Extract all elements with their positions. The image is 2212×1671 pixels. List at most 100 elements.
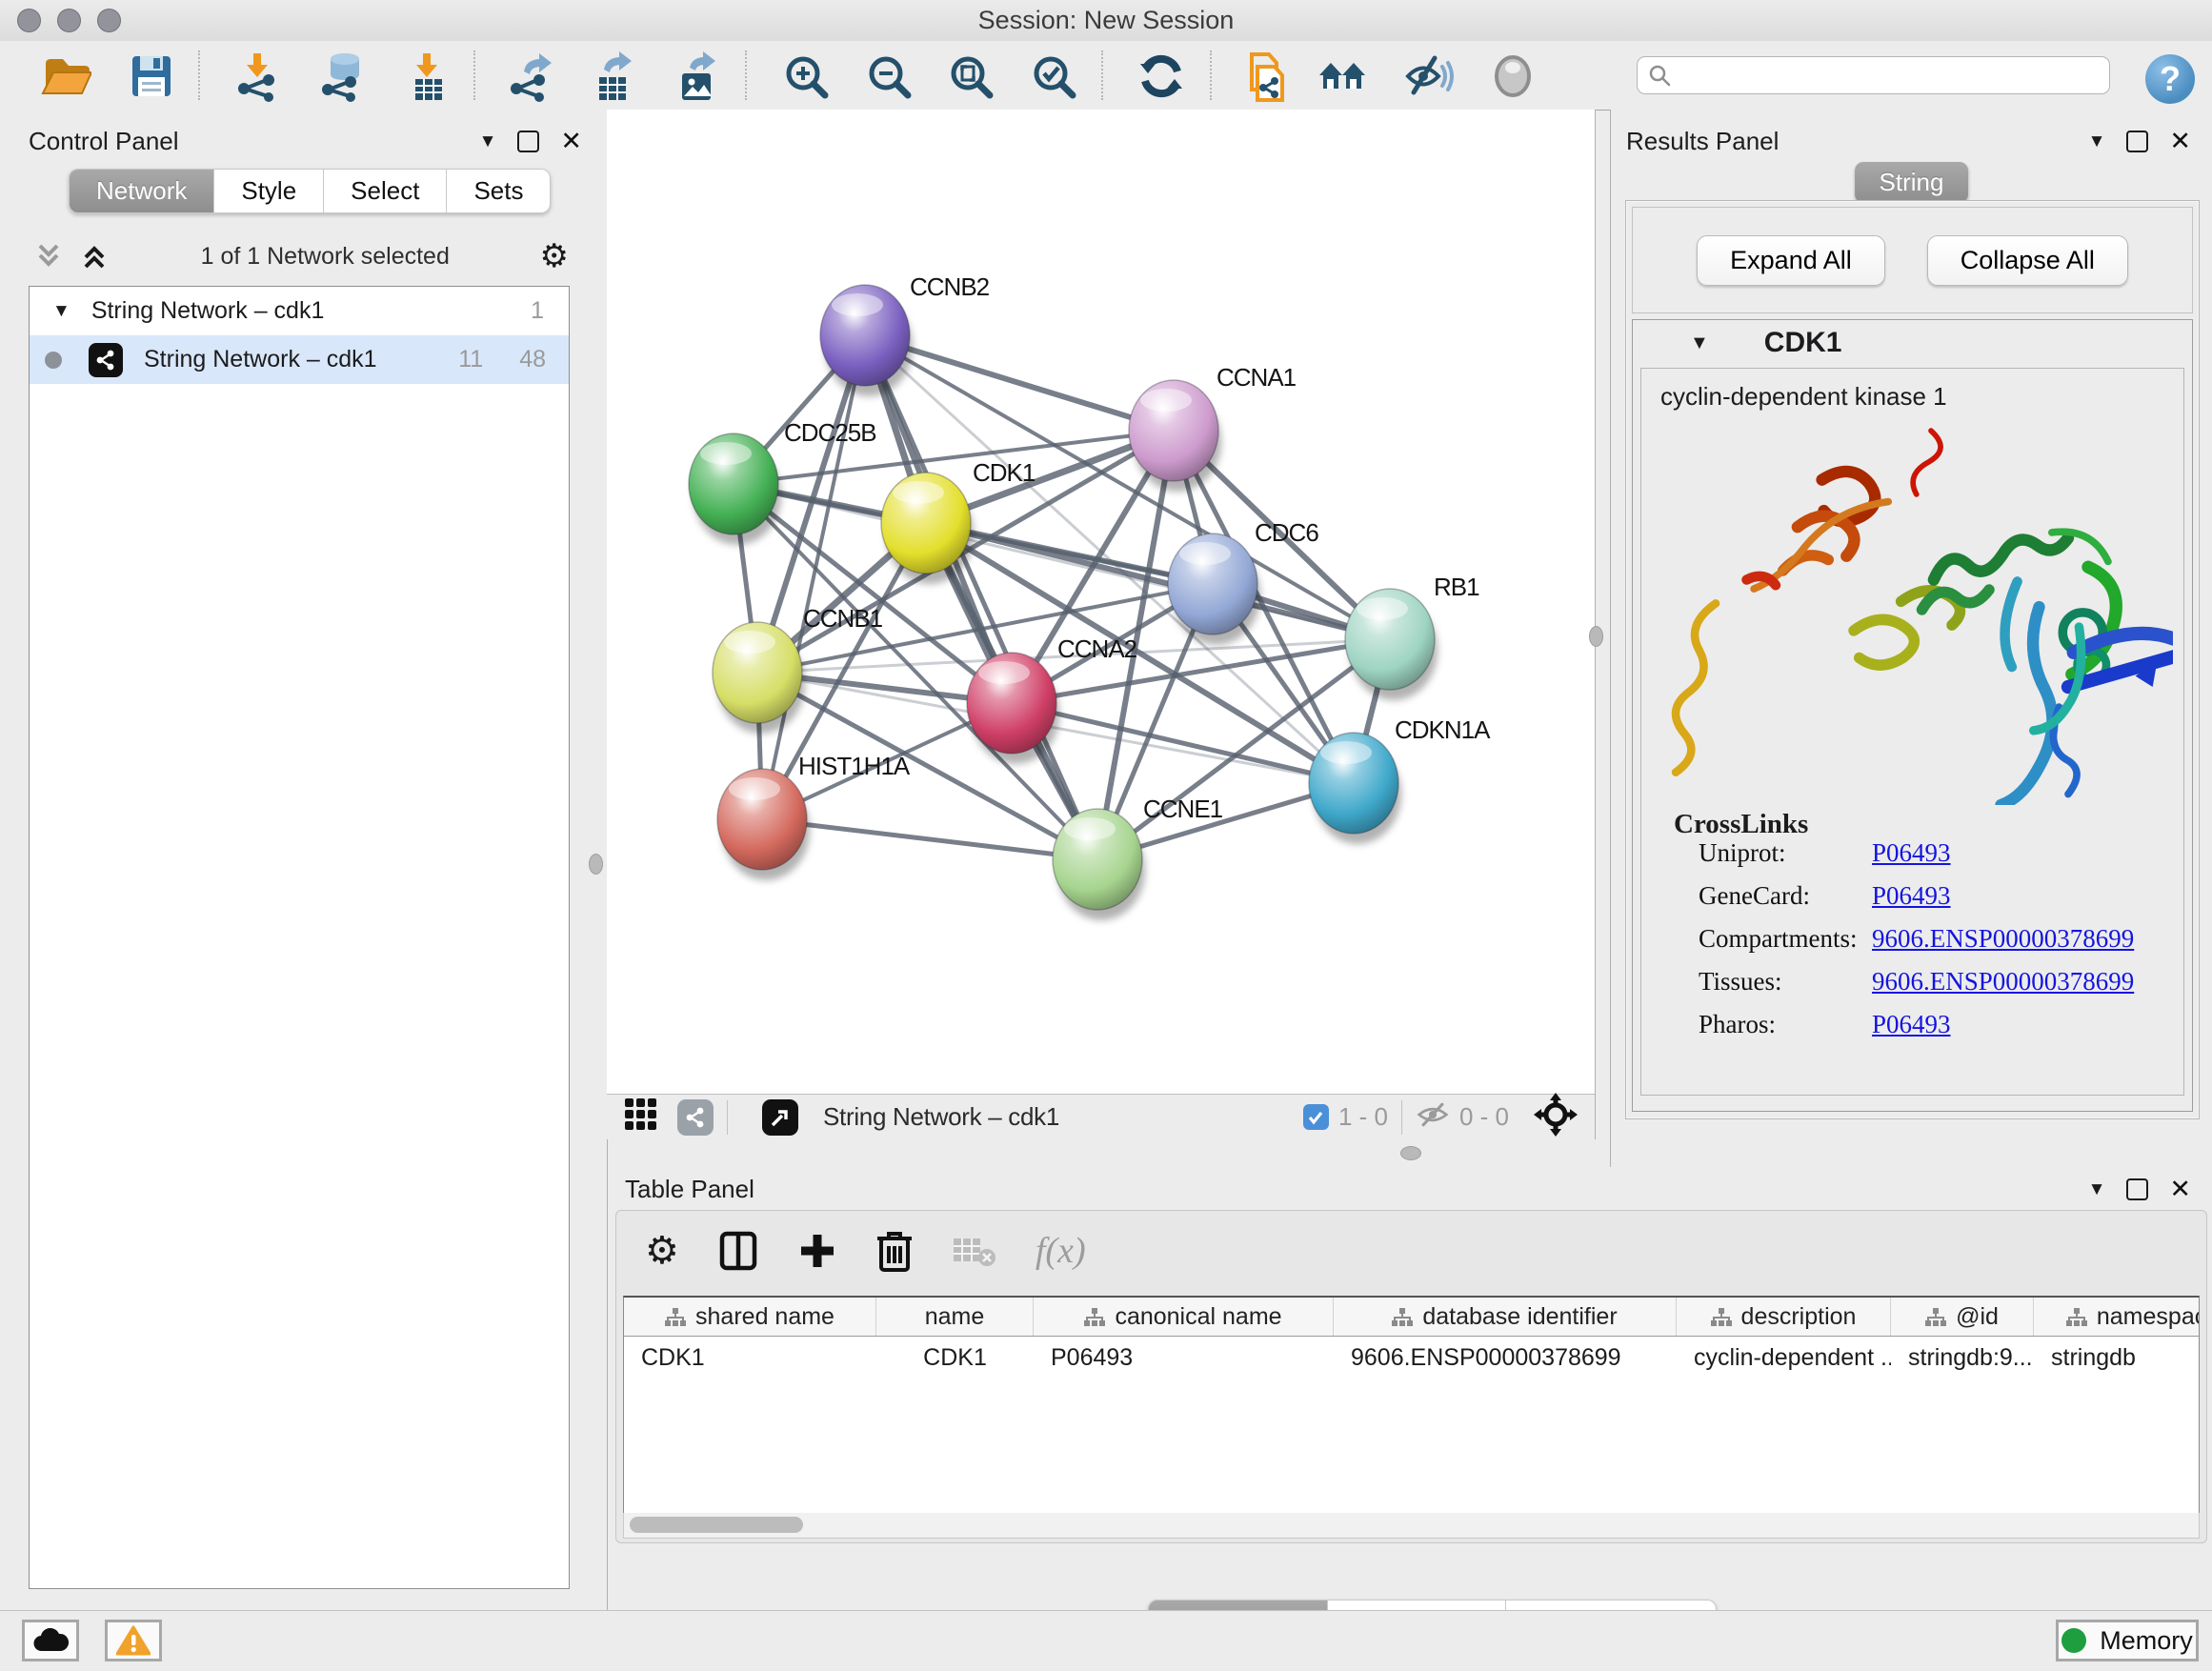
zoom-window-button[interactable] [97, 9, 121, 32]
add-column-icon[interactable] [797, 1231, 837, 1271]
zoom-out-button[interactable] [862, 50, 915, 103]
warnings-button[interactable] [105, 1620, 162, 1661]
houses-icon [1317, 50, 1368, 102]
gene-description: cyclin-dependent kinase 1 [1660, 382, 2183, 412]
left-splitter-handle[interactable] [589, 854, 603, 875]
horizontal-splitter-handle[interactable] [1400, 1146, 1421, 1160]
save-session-button[interactable] [125, 50, 178, 103]
export-table-button[interactable] [586, 50, 639, 103]
table-cell[interactable]: CDK1 [876, 1344, 1034, 1372]
tab-style[interactable]: Style [214, 169, 324, 213]
network-row-selected[interactable]: String Network – cdk1 11 48 [30, 335, 569, 384]
import-database-icon [316, 50, 368, 102]
crosslink-uniprot-link[interactable]: P06493 [1872, 838, 1951, 881]
cloud-status-button[interactable] [22, 1620, 79, 1661]
panel-float-icon[interactable] [2126, 1178, 2148, 1200]
edge-count: 48 [519, 346, 546, 373]
detach-view-icon[interactable] [762, 1099, 798, 1136]
column-header-canonical-name[interactable]: canonical name [1034, 1298, 1334, 1336]
network-options-gear-icon[interactable]: ⚙ [540, 240, 569, 272]
expand-all-chevron-icon[interactable] [78, 240, 111, 272]
collapse-all-chevron-icon[interactable] [32, 240, 65, 272]
panel-float-icon[interactable] [2126, 131, 2148, 152]
show-graphics-details-button[interactable] [1486, 50, 1539, 103]
delete-table-icon [952, 1233, 997, 1269]
table-row[interactable]: CDK1CDK1P064939606.ENSP00000378699cyclin… [624, 1337, 2199, 1379]
zoom-selected-button[interactable] [1027, 50, 1080, 103]
network-canvas[interactable]: CCNB2CCNA1CDC25BCDK1CDC6RB1CCNB1CCNA2CDK… [607, 110, 1594, 1094]
network-tree: ▼ String Network – cdk1 1 String Network… [29, 286, 570, 1589]
network-view[interactable]: CCNB2CCNA1CDC25BCDK1CDC6RB1CCNB1CCNA2CDK… [607, 110, 1596, 1139]
import-table-file-button[interactable] [401, 50, 454, 103]
tab-select[interactable]: Select [324, 169, 447, 213]
column-header-@id[interactable]: @id [1891, 1298, 2034, 1336]
refresh-button[interactable] [1135, 50, 1188, 103]
column-header-namespace[interactable]: namespace [2034, 1298, 2200, 1336]
panel-close-icon[interactable]: ✕ [560, 129, 582, 154]
table-cell[interactable]: 9606.ENSP00000378699 [1334, 1344, 1677, 1372]
panel-menu-icon[interactable]: ▼ [2088, 1179, 2106, 1200]
table-horizontal-scrollbar[interactable] [623, 1513, 2200, 1539]
collection-expand-icon[interactable]: ▼ [52, 301, 70, 322]
crosslink-tissues-link[interactable]: 9606.ENSP00000378699 [1872, 967, 2134, 1010]
close-window-button[interactable] [17, 9, 41, 32]
node-table[interactable]: shared namenamecanonical namedatabase id… [623, 1296, 2200, 1514]
crosslink-genecard-link[interactable]: P06493 [1872, 881, 1951, 924]
open-session-button[interactable] [39, 50, 92, 103]
delete-column-icon[interactable] [875, 1229, 914, 1273]
table-options-gear-icon[interactable]: ⚙ [645, 1232, 679, 1270]
column-header-database-identifier[interactable]: database identifier [1334, 1298, 1677, 1336]
export-image-button[interactable] [670, 50, 723, 103]
show-columns-icon[interactable] [717, 1230, 759, 1272]
zoom-fit-button[interactable] [944, 50, 997, 103]
column-header-name[interactable]: name [876, 1298, 1034, 1336]
results-panel: Results Panel ▼ ✕ String Expand All Coll… [1610, 110, 2212, 1167]
table-cell[interactable]: cyclin-dependent ... [1677, 1344, 1891, 1372]
panel-menu-icon[interactable]: ▼ [2088, 131, 2106, 152]
eye-slash-icon [1402, 50, 1454, 102]
traffic-lights [17, 9, 121, 32]
tab-sets[interactable]: Sets [447, 169, 551, 213]
birds-eye-crosshair-icon[interactable] [1534, 1093, 1578, 1141]
panel-menu-icon[interactable]: ▼ [479, 131, 497, 152]
expand-all-button[interactable]: Expand All [1697, 235, 1885, 286]
svg-text:CCNE1: CCNE1 [1143, 795, 1223, 823]
scrollbar-thumb[interactable] [630, 1517, 803, 1533]
table-cell[interactable]: stringdb [2034, 1344, 2200, 1372]
table-cell[interactable]: CDK1 [624, 1344, 876, 1372]
gene-name: CDK1 [1764, 327, 1842, 359]
hide-selected-button[interactable] [1401, 50, 1455, 103]
minimize-window-button[interactable] [57, 9, 81, 32]
right-splitter-handle[interactable] [1589, 626, 1603, 647]
column-header-description[interactable]: description [1677, 1298, 1891, 1336]
refresh-icon [1136, 50, 1187, 102]
zoom-in-button[interactable] [779, 50, 833, 103]
help-button[interactable]: ? [2145, 54, 2195, 104]
table-cell[interactable]: stringdb:9... [1891, 1344, 2034, 1372]
panel-float-icon[interactable] [517, 131, 539, 152]
search-input[interactable] [1672, 61, 2109, 90]
section-collapse-icon[interactable]: ▼ [1690, 332, 1709, 354]
tab-string[interactable]: String [1855, 162, 1969, 203]
import-network-database-button[interactable] [315, 50, 369, 103]
import-network-file-button[interactable] [231, 50, 285, 103]
crosslink-compartments-link[interactable]: 9606.ENSP00000378699 [1872, 924, 2134, 967]
export-network-button[interactable] [506, 50, 559, 103]
column-header-shared-name[interactable]: shared name [624, 1298, 876, 1336]
collapse-all-button[interactable]: Collapse All [1927, 235, 2128, 286]
memory-button[interactable]: Memory [2056, 1620, 2199, 1661]
clone-network-button[interactable] [1237, 50, 1291, 103]
column-type-icon [665, 1307, 686, 1326]
selected-count-label: 1 - 0 [1338, 1102, 1388, 1132]
panel-close-icon[interactable]: ✕ [2169, 1177, 2191, 1202]
svg-text:HIST1H1A: HIST1H1A [798, 752, 911, 780]
panel-close-icon[interactable]: ✕ [2169, 129, 2191, 154]
selected-nodes-checkbox[interactable] [1303, 1104, 1329, 1130]
table-cell[interactable]: P06493 [1034, 1344, 1334, 1372]
network-collection-row[interactable]: ▼ String Network – cdk1 1 [30, 287, 569, 335]
first-neighbors-button[interactable] [1316, 50, 1369, 103]
grid-view-icon[interactable] [622, 1096, 660, 1138]
tab-network[interactable]: Network [69, 169, 214, 213]
crosslink-pharos-link[interactable]: P06493 [1872, 1010, 1951, 1053]
string-view-icon[interactable] [677, 1099, 714, 1136]
